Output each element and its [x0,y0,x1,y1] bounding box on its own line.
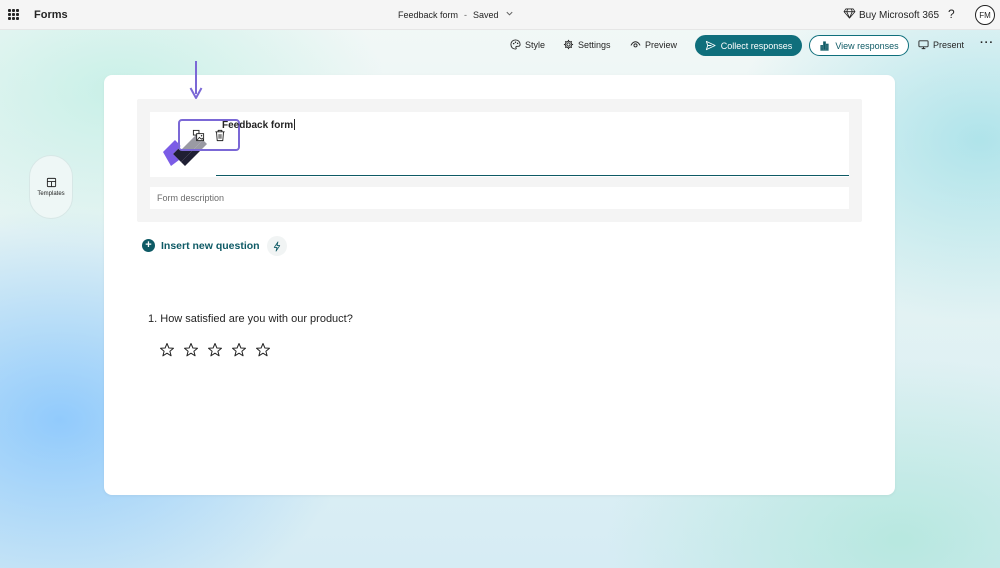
chart-icon [820,41,829,51]
form-title-text: Feedback form [222,120,294,131]
buy-microsoft-365-button[interactable]: Buy Microsoft 365 [843,8,939,22]
app-name[interactable]: Forms [34,9,68,21]
send-icon [705,40,716,51]
buy-label: Buy Microsoft 365 [859,9,940,21]
star-icon[interactable] [207,342,223,358]
palette-icon [510,39,521,50]
preview-button[interactable]: Preview [630,39,677,50]
collect-responses-label: Collect responses [720,40,793,51]
form-description-input[interactable]: Form description [150,187,849,209]
gear-icon [563,39,574,50]
star-icon[interactable] [183,342,199,358]
collect-responses-button[interactable]: Collect responses [695,35,802,56]
arrow-down-icon [189,61,203,99]
image-swap-icon[interactable] [191,128,206,143]
top-bar: Forms Feedback form - Saved Buy Microsof… [0,0,1000,30]
templates-label: Templates [37,191,65,197]
preview-label: Preview [645,39,678,50]
chevron-down-icon[interactable] [505,9,514,20]
question-1[interactable]: 1. How satisfied are you with our produc… [148,313,353,325]
monitor-icon [918,40,929,50]
plus-circle-icon: + [142,239,155,252]
app-launcher-icon[interactable] [8,9,19,20]
question-number: 1. [148,313,158,325]
star-icon[interactable] [159,342,175,358]
document-title-group[interactable]: Feedback form - Saved [398,9,514,20]
star-icon[interactable] [255,342,271,358]
insert-new-question-button[interactable]: + Insert new question [142,239,260,252]
question-text: How satisfied are you with our product? [160,313,353,325]
help-button[interactable]: ? [948,7,955,21]
title-separator: - [464,9,468,20]
view-responses-label: View responses [835,40,899,51]
lightning-icon[interactable] [267,236,287,256]
insert-new-question-label: Insert new question [161,239,260,252]
style-button[interactable]: Style [510,39,545,50]
view-responses-button[interactable]: View responses [809,35,909,56]
eye-icon [630,41,641,48]
form-canvas: Feedback form Form description + Insert … [104,75,895,495]
style-label: Style [525,39,546,50]
title-underline [216,174,849,176]
diamond-icon [843,8,856,22]
settings-label: Settings [578,39,611,50]
form-title-field[interactable]: Feedback form [222,119,296,131]
star-icon[interactable] [231,342,247,358]
form-title-area[interactable]: Feedback form [150,112,849,177]
avatar[interactable]: FM [975,5,995,25]
more-options-button[interactable]: ··· [980,37,994,49]
rating-stars [159,342,271,358]
save-status: Saved [473,9,499,20]
document-title: Feedback form [398,9,459,20]
present-button[interactable]: Present [918,39,964,50]
form-header: Feedback form Form description [137,99,862,222]
form-toolbar: Style Settings Preview Collect responses… [0,35,1000,57]
text-cursor [294,119,296,130]
present-label: Present [933,39,965,50]
layout-icon [46,177,56,188]
settings-button[interactable]: Settings [563,39,611,50]
templates-button[interactable]: Templates [29,155,73,219]
